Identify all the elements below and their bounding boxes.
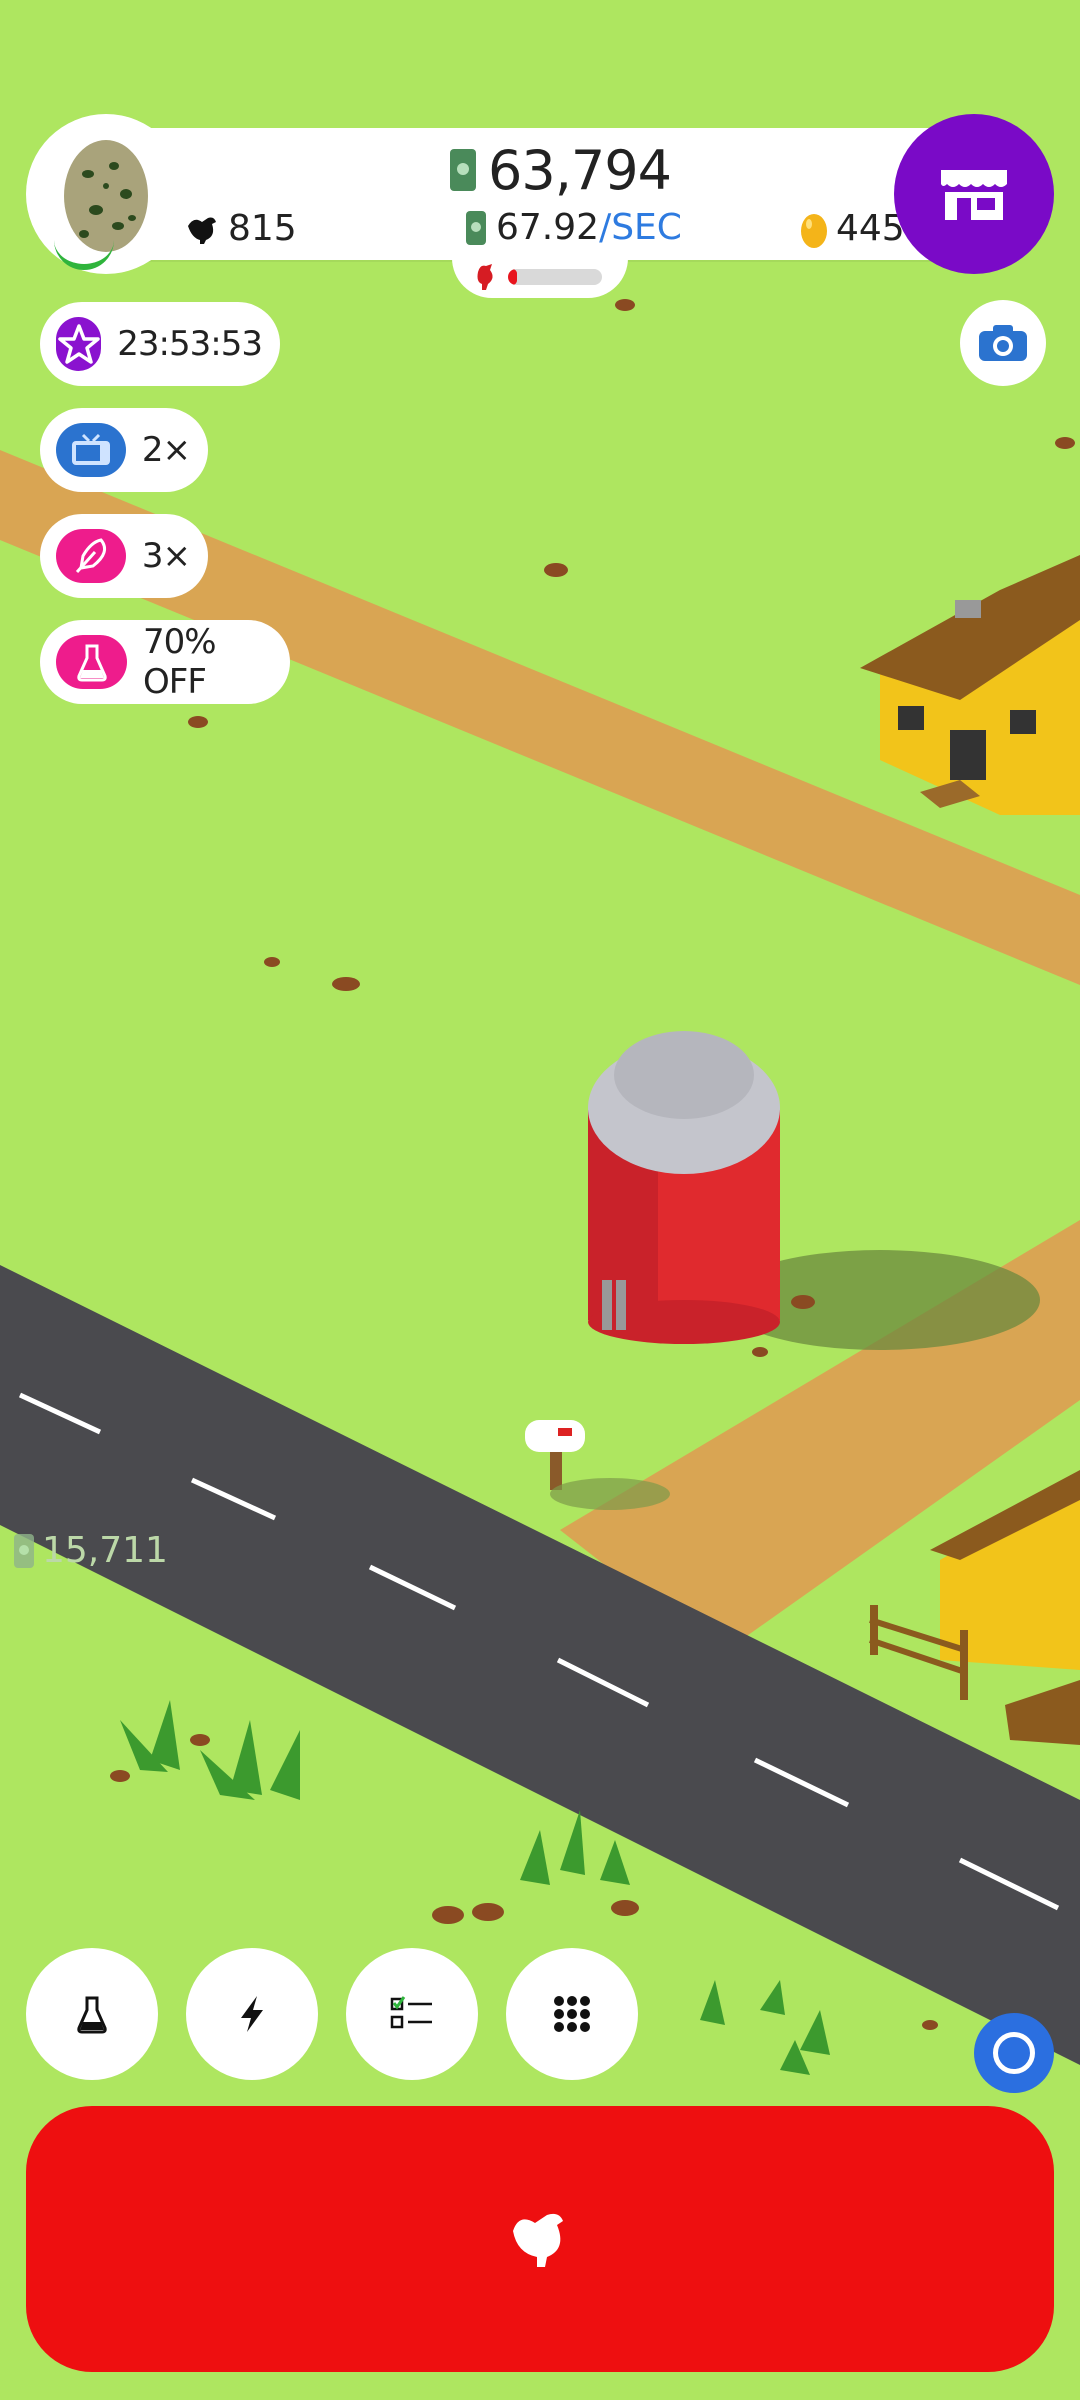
money-display: 63,794: [450, 138, 672, 202]
boost-icon-bg: [56, 635, 128, 689]
chicken-icon: [513, 2213, 563, 2267]
cash-icon: [14, 1533, 34, 1568]
flask-icon: [77, 1996, 107, 2034]
mailbox: [525, 1420, 670, 1510]
hatch-chicken-button[interactable]: [26, 2106, 1054, 2372]
research-discount-pill[interactable]: 70% OFF: [40, 620, 290, 704]
camera-button[interactable]: [960, 300, 1046, 386]
boost-timer-text: 23:53:53: [117, 324, 263, 364]
income-rate: 67.92/SEC: [466, 207, 682, 248]
golden-egg-value: 445: [836, 208, 905, 249]
feather-icon: [75, 538, 106, 574]
store-icon: [941, 170, 1007, 220]
shop-button[interactable]: [894, 114, 1054, 274]
star-icon: [57, 324, 100, 364]
tv-icon: [71, 433, 110, 465]
boost-feather-pill[interactable]: 3×: [40, 514, 208, 598]
farmhouse: [860, 555, 1080, 815]
chicken-icon: [188, 217, 216, 244]
missions-button[interactable]: [346, 1948, 478, 2080]
cash-icon: [450, 149, 476, 191]
hatchery-progress-bar: [508, 269, 602, 285]
boost-icon-bg: [56, 529, 126, 583]
camera-icon: [979, 325, 1027, 361]
floating-income-value: 15,711: [42, 1530, 168, 1571]
boost-icon-bg: [56, 317, 102, 371]
floating-income: 15,711: [14, 1530, 168, 1571]
grid-icon: [554, 1996, 590, 2032]
boost-icon-bg: [56, 423, 126, 477]
chicken-count-value: 815: [228, 208, 297, 249]
chick-icon: [477, 264, 493, 290]
silo: [588, 1031, 780, 1344]
golden-egg-count: 445: [800, 208, 905, 249]
assistant-button[interactable]: [974, 2013, 1054, 2093]
rate-value: 67.92: [496, 207, 600, 248]
checklist-icon: [390, 1996, 432, 2029]
research-discount-text: 70% OFF: [143, 622, 217, 702]
boosts-button[interactable]: [186, 1948, 318, 2080]
money-value: 63,794: [488, 138, 672, 202]
research-button[interactable]: [26, 1948, 158, 2080]
flask-icon: [76, 644, 107, 682]
cash-icon: [466, 210, 486, 245]
menu-grid-button[interactable]: [506, 1948, 638, 2080]
boost-video-pill[interactable]: 2×: [40, 408, 208, 492]
golden-egg-icon: [801, 213, 827, 248]
hatchery-progress-fill: [508, 269, 518, 285]
boost-timer-pill[interactable]: 23:53:53: [40, 302, 280, 386]
rate-unit: /SEC: [599, 207, 682, 248]
boost-video-text: 2×: [141, 430, 191, 470]
lightning-icon: [241, 1996, 263, 2032]
chicken-count: 815: [186, 208, 297, 249]
boost-feather-text: 3×: [141, 536, 191, 576]
